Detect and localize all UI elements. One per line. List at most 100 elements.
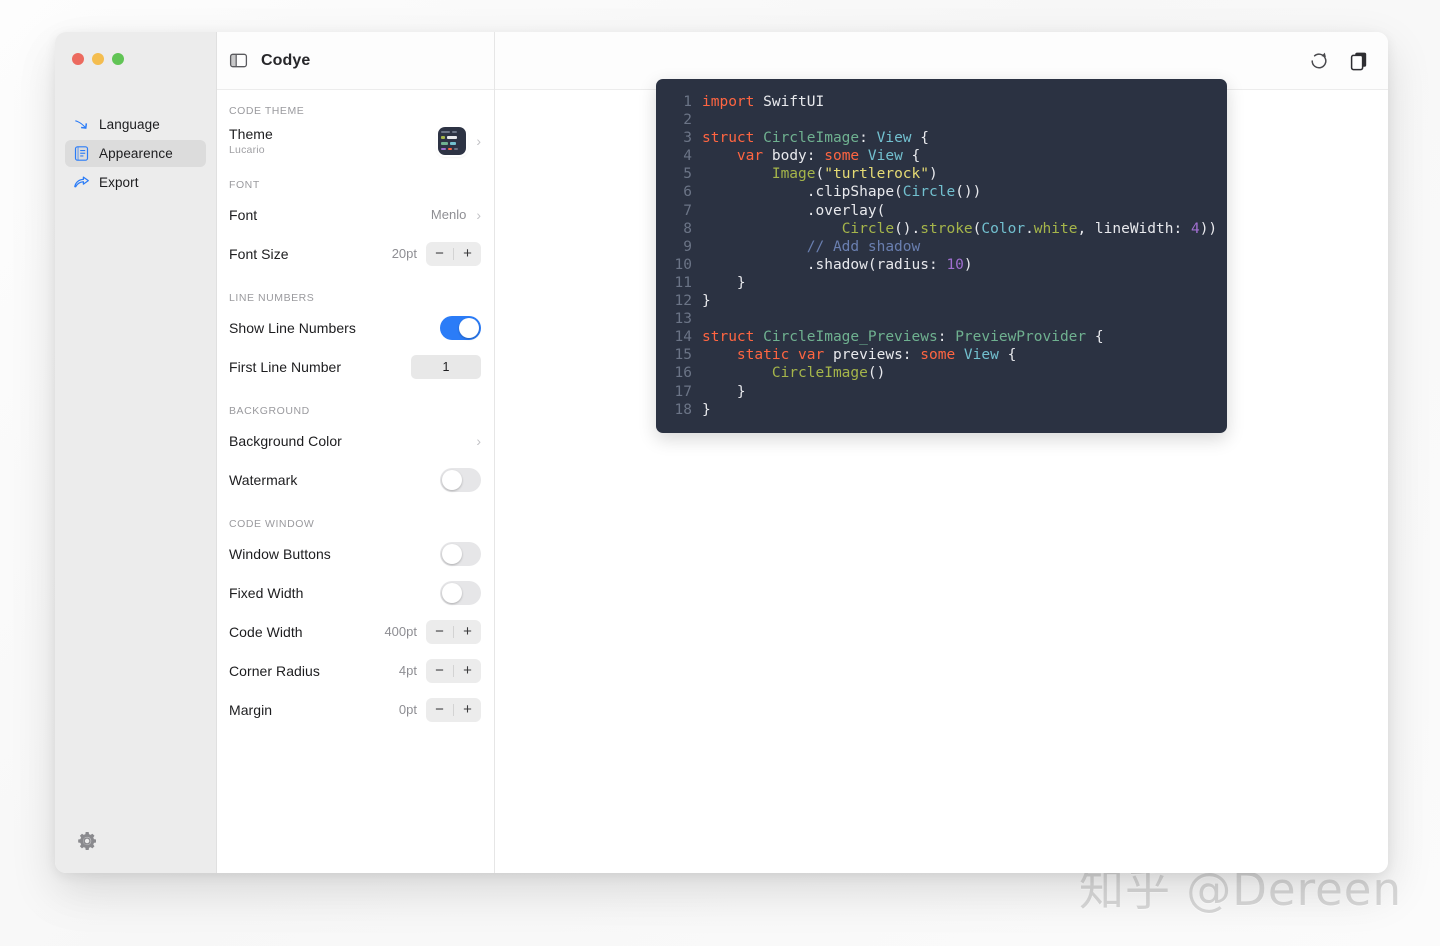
code-width-stepper[interactable]: − + [426,619,481,644]
section-label-line-numbers: LINE NUMBERS [229,292,315,304]
code-line-number: 2 [683,112,692,129]
code-line-number: 1 [683,94,692,110]
minimize-button[interactable] [92,53,104,65]
page-title: Codye [261,51,311,69]
preview-pane: 1 import SwiftUI 2 3 struct CircleImage: Vi… [495,32,1388,873]
code-line-text: .clipShape(Circle()) [702,183,982,201]
setting-label: Font Size [229,245,289,262]
setting-row-background-color[interactable]: Background Color › [229,421,481,460]
code-token: : [859,130,877,147]
code-token: body: [763,148,825,165]
code-token: Color [981,220,1026,237]
code-token: ( [815,166,825,183]
code-line-number: 16 [674,365,692,382]
code-line-text: } [702,401,711,419]
code-line-number: 8 [683,220,692,237]
code-line-number: 15 [674,347,692,364]
code-line-text: import SwiftUI [702,93,824,111]
refresh-icon[interactable] [1308,50,1330,72]
increment-button[interactable]: + [454,620,481,644]
code-token: var [736,148,764,165]
app-window: Language Appearence Export Codye CODE TH… [55,32,1388,873]
code-line: 6 .clipShape(Circle()) [656,183,1227,201]
setting-label: Show Line Numbers [229,319,356,336]
decrement-button[interactable]: − [426,620,453,644]
section-label-font: FONT [229,179,260,191]
code-token: } [702,274,746,291]
setting-row-font-size: Font Size 20pt − + [229,234,481,273]
code-token: , lineWidth: [1077,220,1191,237]
decrement-button[interactable]: − [426,242,453,266]
code-line: 12} [656,292,1227,310]
theme-thumbnail-icon[interactable] [438,126,467,155]
increment-button[interactable]: + [454,659,481,683]
corner-radius-stepper[interactable]: − + [426,658,481,683]
section-label-background: BACKGROUND [229,405,310,417]
show-line-numbers-toggle[interactable] [440,315,481,340]
window-buttons-toggle[interactable] [440,541,481,566]
code-token: import [702,94,764,110]
section-label-code-window: CODE WINDOW [229,518,315,530]
font-size-stepper[interactable]: − + [426,241,481,266]
setting-row-first-line-number: First Line Number 1 [229,347,481,386]
traffic-lights [72,53,124,65]
sidebar-toggle-icon[interactable] [229,51,248,70]
code-line: 18} [656,401,1227,419]
code-token: : [937,329,956,346]
code-token: static var [736,347,825,364]
code-token: { [911,130,929,147]
code-token: Circle [902,184,956,201]
setting-sublabel: Lucario [229,143,265,156]
title-bar: Codye [217,32,494,90]
decrement-button[interactable]: − [426,698,453,722]
close-button[interactable] [72,53,84,65]
setting-label: First Line Number [229,358,342,375]
setting-row-theme[interactable]: Theme Lucario › [229,121,481,160]
setting-row-corner-radius: Corner Radius 4pt − + [229,651,481,690]
code-line: 2 [656,111,1227,129]
setting-row-font[interactable]: Font Menlo › [229,195,481,234]
zoom-button[interactable] [112,53,124,65]
sidebar-item-label: Appearence [99,146,173,161]
increment-button[interactable]: + [454,242,481,266]
setting-label: Background Color [229,432,342,449]
code-line: 17 } [656,383,1227,401]
copy-icon[interactable] [1348,50,1370,72]
decrement-button[interactable]: − [426,659,453,683]
code-line-text: .overlay( [702,202,886,220]
code-line-number: 3 [683,130,692,147]
sidebar-item-language[interactable]: Language [65,111,206,138]
sidebar: Language Appearence Export [55,32,217,873]
code-token: CircleImage_Previews [763,329,938,346]
setting-label: Margin [229,701,273,718]
toggle-knob [442,543,462,564]
setting-row-fixed-width: Fixed Width [229,573,481,612]
code-token: } [702,401,711,418]
first-line-number-input[interactable]: 1 [411,354,481,379]
code-line: 8 Circle().stroke(Color.white, lineWidth… [656,220,1227,238]
sidebar-item-appearence[interactable]: Appearence [65,140,206,167]
increment-button[interactable]: + [454,698,481,722]
code-token: struct [702,329,764,346]
setting-label: Watermark [229,471,298,488]
code-line-text: } [702,274,746,292]
code-token: ()) [955,184,982,201]
code-line: 5 Image("turtlerock") [656,165,1227,183]
sidebar-item-export[interactable]: Export [65,169,206,196]
margin-stepper[interactable]: − + [426,697,481,722]
watermark-toggle[interactable] [440,467,481,492]
code-token: Image [771,166,816,183]
page-root: 知乎 @Dereen Language Appearence Export Co… [0,0,1440,946]
setting-label: Fixed Width [229,584,304,601]
sidebar-item-label: Export [99,175,139,190]
gear-icon[interactable] [75,829,99,853]
code-preview-card[interactable]: 1 import SwiftUI 2 3 struct CircleImage: Vi… [656,79,1227,433]
fixed-width-toggle[interactable] [440,580,481,605]
code-line-number: 18 [674,401,692,418]
toggle-knob [459,317,479,338]
code-line-number: 10 [674,256,692,273]
